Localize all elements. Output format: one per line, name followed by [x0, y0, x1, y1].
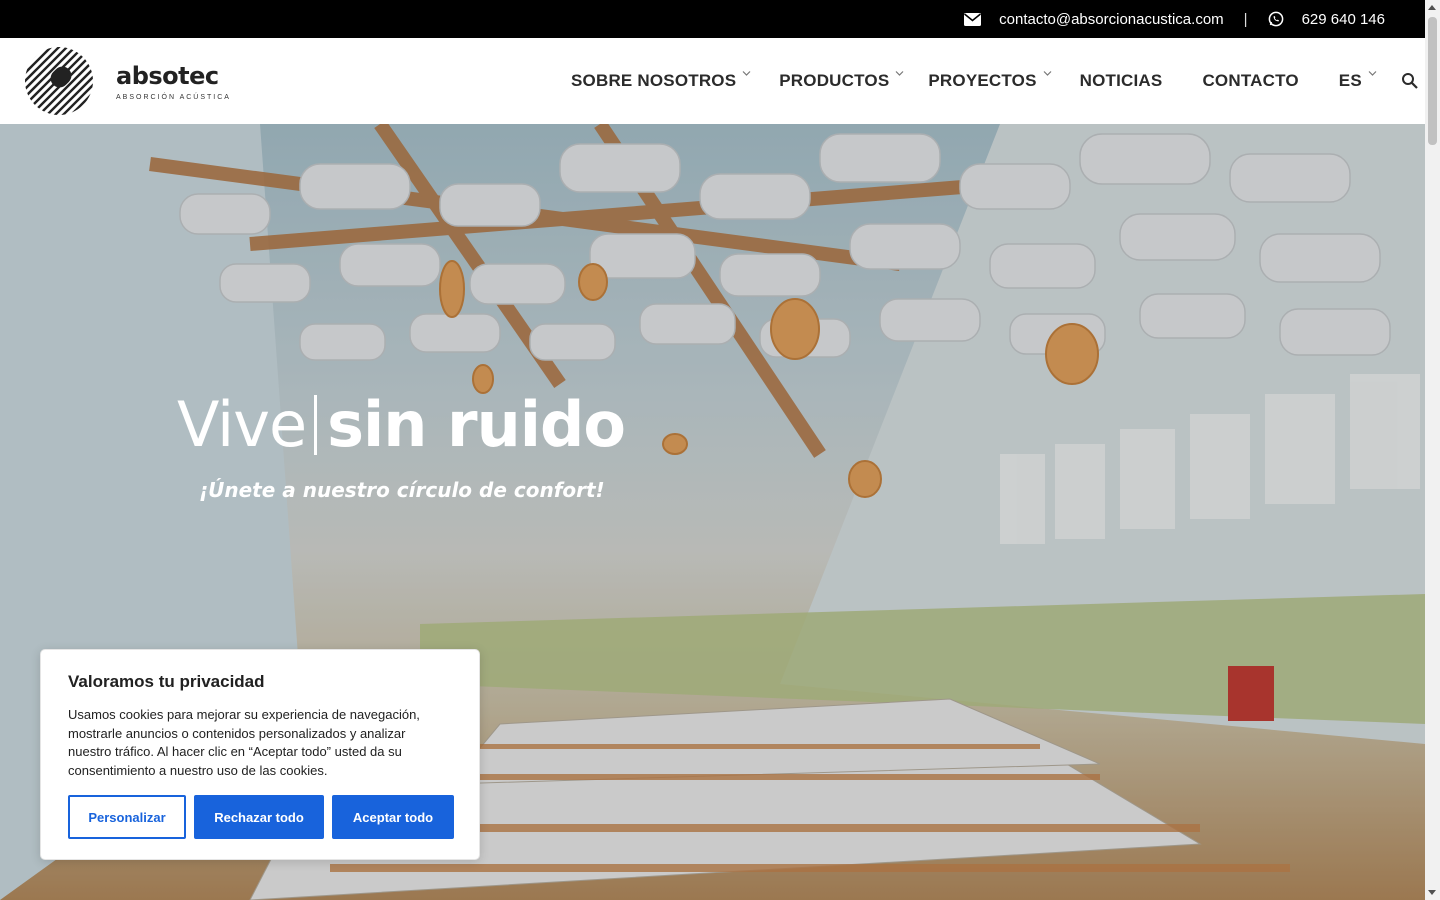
hero-title-light: Vive: [177, 388, 307, 461]
hero-title-bold: sin ruido: [327, 388, 626, 461]
nav-label: PROYECTOS: [928, 71, 1037, 90]
cookie-title: Valoramos tu privacidad: [68, 672, 265, 691]
cookie-text: Usamos cookies para mejorar su experienc…: [68, 707, 420, 778]
whatsapp-icon: [1268, 11, 1284, 27]
nav-label: PRODUCTOS: [779, 71, 890, 90]
scroll-up-arrow-icon[interactable]: [1428, 5, 1436, 10]
topbar-separator: |: [1243, 10, 1248, 28]
site-header: absotec ABSORCIÓN ACÚSTICA SOBRE NOSOTRO…: [0, 38, 1425, 124]
nav-proyectos[interactable]: PROYECTOS: [928, 71, 1052, 91]
logo-wordmark: absotec ABSORCIÓN ACÚSTICA: [116, 62, 231, 101]
phone-contact[interactable]: 629 640 146: [1268, 11, 1385, 28]
striped-circle-logo-icon: [25, 47, 93, 115]
top-contact-bar: contacto@absorcionacustica.com | 629 640…: [0, 0, 1425, 38]
page-scrollbar[interactable]: [1425, 0, 1440, 900]
accept-all-button[interactable]: Aceptar todo: [332, 795, 454, 839]
scrollbar-thumb[interactable]: [1428, 17, 1437, 145]
nav-label: SOBRE NOSOTROS: [571, 71, 737, 90]
scroll-down-arrow-icon[interactable]: [1428, 890, 1436, 895]
nav-productos[interactable]: PRODUCTOS: [779, 71, 904, 91]
customize-button[interactable]: Personalizar: [68, 795, 186, 839]
nav-label: CONTACTO: [1202, 71, 1299, 90]
logo-tagline: ABSORCIÓN ACÚSTICA: [116, 93, 231, 101]
nav-noticias[interactable]: NOTICIAS: [1080, 71, 1163, 91]
language-selector[interactable]: ES: [1339, 71, 1377, 91]
hero-title-divider: [314, 395, 318, 455]
chevron-down-icon: [1368, 71, 1377, 76]
site-logo[interactable]: absotec ABSORCIÓN ACÚSTICA: [24, 46, 231, 116]
main-nav: SOBRE NOSOTROS PRODUCTOS PROYECTOS NOTIC…: [571, 38, 1419, 124]
email-contact[interactable]: contacto@absorcionacustica.com: [964, 11, 1224, 28]
search-icon[interactable]: [1401, 72, 1419, 90]
nav-label: NOTICIAS: [1079, 71, 1163, 90]
hero-title: Vive sin ruido: [177, 388, 626, 461]
cookie-buttons: Personalizar Rechazar todo Aceptar todo: [68, 795, 454, 839]
chevron-down-icon: [895, 71, 904, 76]
cookie-consent-banner: Valoramos tu privacidad Usamos cookies p…: [40, 649, 480, 860]
logo-name: absotec: [116, 61, 219, 90]
nav-sobre-nosotros[interactable]: SOBRE NOSOTROS: [571, 71, 751, 91]
chevron-down-icon: [1043, 71, 1052, 76]
envelope-icon: [964, 12, 982, 26]
chevron-down-icon: [742, 71, 751, 76]
nav-label: ES: [1338, 71, 1362, 90]
phone-text[interactable]: 629 640 146: [1302, 11, 1385, 28]
email-text[interactable]: contacto@absorcionacustica.com: [999, 11, 1224, 28]
reject-all-button[interactable]: Rechazar todo: [194, 795, 324, 839]
nav-contacto[interactable]: CONTACTO: [1202, 71, 1298, 91]
hero-subtitle: ¡Únete a nuestro círculo de confort!: [199, 478, 605, 502]
